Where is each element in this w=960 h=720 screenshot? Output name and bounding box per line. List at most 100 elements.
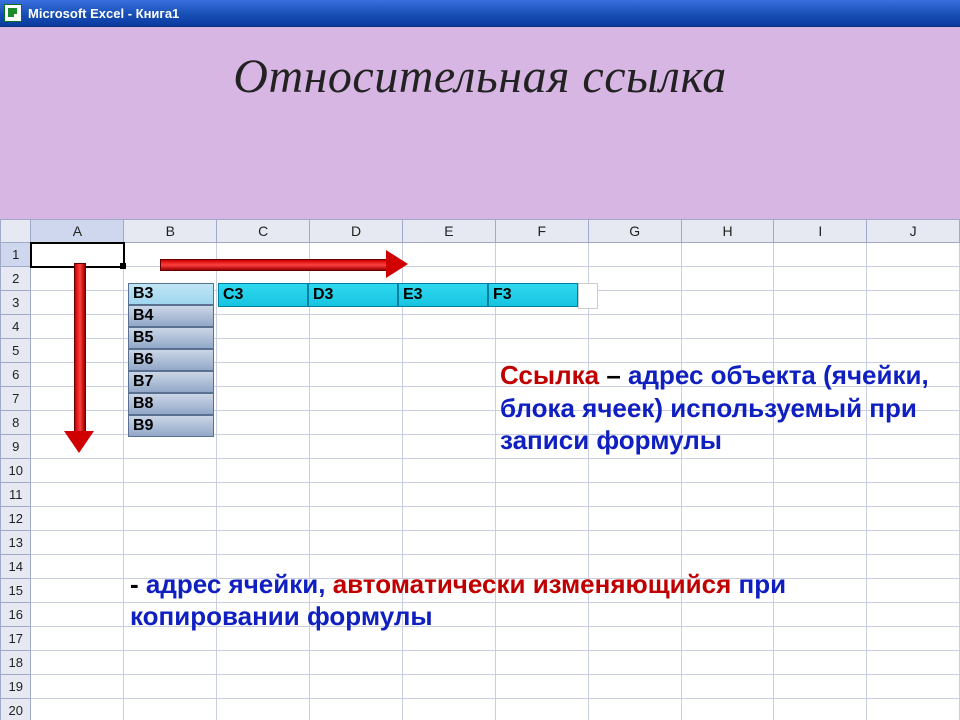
row-header[interactable]: 1 [1,243,31,267]
cell[interactable] [867,315,960,339]
cell[interactable] [310,243,403,267]
cell[interactable] [31,435,124,459]
cell[interactable] [402,435,495,459]
cell[interactable] [867,483,960,507]
row-header[interactable]: 5 [1,339,31,363]
cell[interactable] [495,483,588,507]
cell[interactable] [495,651,588,675]
cell[interactable] [124,315,217,339]
row-header[interactable]: 6 [1,363,31,387]
cell[interactable] [310,435,403,459]
cell[interactable] [31,651,124,675]
cell[interactable] [31,387,124,411]
cell[interactable] [681,483,774,507]
cell[interactable] [588,243,681,267]
cell-A1[interactable] [31,243,124,267]
cell[interactable] [402,699,495,720]
row-header[interactable]: 2 [1,267,31,291]
cell[interactable] [124,651,217,675]
cell[interactable] [495,507,588,531]
cell[interactable] [774,507,867,531]
row-header[interactable]: 12 [1,507,31,531]
col-header[interactable]: B [124,220,217,243]
cell[interactable] [310,651,403,675]
cell[interactable] [217,507,310,531]
cell[interactable] [867,627,960,651]
col-header[interactable]: F [495,220,588,243]
row-header[interactable]: 9 [1,435,31,459]
cell[interactable] [31,267,124,291]
cell[interactable] [31,507,124,531]
row-header[interactable]: 18 [1,651,31,675]
cell[interactable] [310,483,403,507]
cell[interactable] [681,507,774,531]
cell[interactable] [867,579,960,603]
cell[interactable] [217,531,310,555]
cell[interactable] [867,603,960,627]
row-header[interactable]: 17 [1,627,31,651]
cell[interactable] [217,651,310,675]
cell[interactable] [774,651,867,675]
row-header[interactable]: 13 [1,531,31,555]
cell[interactable] [402,315,495,339]
cell[interactable] [217,387,310,411]
cell[interactable] [31,531,124,555]
cell[interactable] [588,651,681,675]
cell[interactable] [774,267,867,291]
cell[interactable] [31,579,124,603]
col-header[interactable]: J [867,220,960,243]
cell[interactable] [402,651,495,675]
cell[interactable] [588,507,681,531]
cell[interactable] [495,291,588,315]
cell[interactable] [31,315,124,339]
cell[interactable] [588,699,681,720]
col-header[interactable]: H [681,220,774,243]
row-header[interactable]: 8 [1,411,31,435]
cell[interactable] [774,291,867,315]
cell[interactable] [867,267,960,291]
cell[interactable] [31,339,124,363]
cell[interactable] [588,675,681,699]
cell[interactable] [681,699,774,720]
cell[interactable] [124,363,217,387]
cell[interactable] [681,459,774,483]
row-header[interactable]: 10 [1,459,31,483]
cell[interactable] [495,243,588,267]
cell[interactable] [217,363,310,387]
cell[interactable] [124,699,217,720]
cell[interactable] [588,315,681,339]
cell[interactable] [774,483,867,507]
cell[interactable] [681,531,774,555]
cell[interactable] [681,315,774,339]
cell[interactable] [681,291,774,315]
cell[interactable] [310,363,403,387]
cell[interactable] [217,699,310,720]
cell[interactable] [217,267,310,291]
cell[interactable] [495,675,588,699]
cell[interactable] [588,483,681,507]
cell[interactable] [310,459,403,483]
col-header[interactable]: I [774,220,867,243]
cell[interactable] [310,699,403,720]
cell[interactable] [124,243,217,267]
cell[interactable] [217,315,310,339]
cell[interactable] [217,459,310,483]
cell[interactable] [310,411,403,435]
row-header[interactable]: 4 [1,315,31,339]
cell[interactable] [402,459,495,483]
cell[interactable] [867,291,960,315]
cell[interactable] [774,459,867,483]
row-header[interactable]: 15 [1,579,31,603]
cell[interactable] [31,291,124,315]
cell[interactable] [588,267,681,291]
cell[interactable] [774,243,867,267]
cell[interactable] [402,507,495,531]
cell[interactable] [31,699,124,720]
cell[interactable] [124,435,217,459]
cell[interactable] [867,507,960,531]
cell[interactable] [681,651,774,675]
cell[interactable] [867,555,960,579]
row-header[interactable]: 20 [1,699,31,720]
cell[interactable] [124,507,217,531]
row-header[interactable]: 14 [1,555,31,579]
